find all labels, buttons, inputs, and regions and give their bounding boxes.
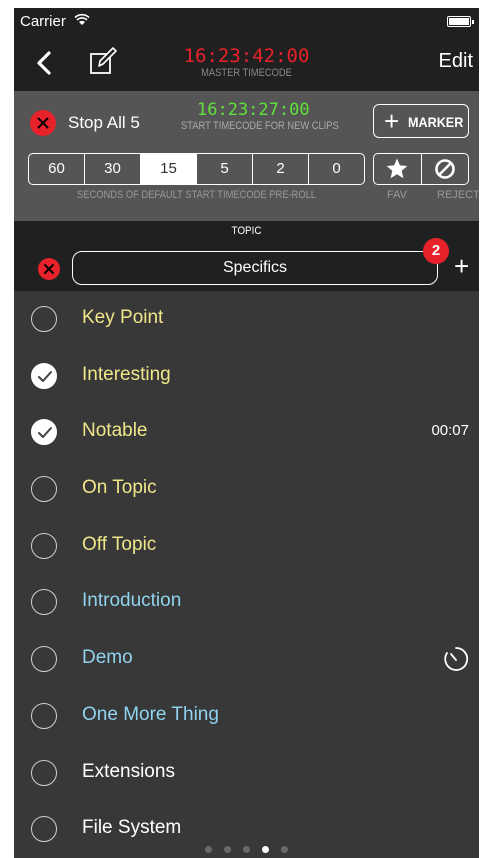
page-dot[interactable]	[205, 846, 212, 853]
list-item-label: File System	[82, 817, 182, 839]
unchecked-circle-icon[interactable]	[31, 759, 57, 786]
list-item-label: Notable	[82, 420, 148, 442]
topic-selector[interactable]: Specifics	[72, 251, 438, 285]
reject-button[interactable]	[422, 154, 469, 184]
checkmark-icon	[38, 427, 52, 439]
prohibited-icon	[434, 159, 455, 179]
list-item-label: One More Thing	[82, 703, 219, 725]
marker-button-label: MARKER	[408, 114, 464, 130]
status-bar: Carrier	[14, 8, 479, 36]
star-icon	[386, 158, 408, 179]
page-indicator[interactable]	[14, 846, 479, 853]
list-item-label: On Topic	[82, 477, 157, 499]
close-x-icon	[44, 264, 54, 274]
clear-topic-button[interactable]	[38, 258, 60, 280]
nav-bar: 16:23:42:00 MASTER TIMECODE Edit	[14, 36, 479, 91]
close-x-icon	[37, 117, 49, 129]
page-dot[interactable]	[281, 846, 288, 853]
start-timecode-label: START TIMECODE FOR NEW CLIPS	[181, 120, 339, 132]
unchecked-circle-icon[interactable]	[31, 589, 57, 616]
list-item[interactable]: Extensions	[14, 745, 479, 802]
checked-circle-icon[interactable]	[31, 362, 57, 389]
list-item[interactable]: Interesting	[14, 348, 479, 405]
edit-button[interactable]: Edit	[439, 50, 473, 73]
topic-heading: TOPIC	[231, 225, 262, 237]
preroll-option[interactable]: 0	[309, 154, 364, 184]
list-item[interactable]: Demo	[14, 631, 479, 688]
battery-icon	[447, 16, 474, 27]
preroll-option[interactable]: 5	[197, 154, 253, 184]
master-timecode: 16:23:42:00	[183, 45, 310, 67]
checked-circle-icon[interactable]	[31, 419, 57, 446]
add-topic-button[interactable]: +	[454, 253, 469, 279]
add-marker-button[interactable]: + MARKER	[373, 104, 469, 138]
unchecked-circle-icon[interactable]	[31, 702, 57, 729]
list-item[interactable]: Notable 00:07	[14, 404, 479, 461]
preroll-option[interactable]: 60	[29, 154, 85, 184]
unchecked-circle-icon[interactable]	[31, 306, 57, 332]
list-item-label: Demo	[82, 647, 133, 669]
list-item-label: Off Topic	[82, 533, 157, 555]
app-screen: Carrier 16:23:42:00 MASTER TIMECODE Edit…	[14, 8, 479, 858]
stop-all-icon[interactable]	[30, 110, 56, 136]
fav-label: FAV	[387, 189, 407, 201]
page-dot[interactable]	[262, 846, 269, 853]
marker-list: Key Point Interesting Notable 00:07 On Topic…	[14, 291, 479, 858]
list-item[interactable]: Introduction	[14, 574, 479, 631]
page-dot[interactable]	[224, 846, 231, 853]
carrier-label: Carrier	[20, 13, 66, 30]
preroll-label: SECONDS OF DEFAULT START TIMECODE PRE-RO…	[76, 189, 316, 201]
plus-icon: +	[384, 106, 400, 136]
preroll-option[interactable]: 2	[253, 154, 309, 184]
preroll-option[interactable]: 15	[141, 154, 197, 184]
unchecked-circle-icon[interactable]	[31, 476, 57, 503]
fav-button[interactable]	[374, 154, 422, 184]
list-item-label: Interesting	[82, 363, 171, 385]
timer-icon[interactable]	[442, 645, 470, 673]
topic-count-badge: 2	[423, 238, 449, 264]
unchecked-circle-icon[interactable]	[31, 532, 57, 559]
preroll-option[interactable]: 30	[85, 154, 141, 184]
list-item[interactable]: Off Topic	[14, 518, 479, 575]
stop-all-button[interactable]: Stop All 5	[68, 113, 140, 133]
list-item[interactable]: One More Thing	[14, 688, 479, 745]
list-item[interactable]: Key Point	[14, 291, 479, 348]
list-item-label: Key Point	[82, 307, 164, 328]
list-item-duration: 00:07	[431, 422, 469, 440]
checkmark-icon	[38, 370, 52, 382]
master-timecode-label: MASTER TIMECODE	[201, 67, 292, 79]
page-dot[interactable]	[243, 846, 250, 853]
fav-reject-control	[373, 153, 469, 185]
list-item-label: Introduction	[82, 590, 182, 612]
start-timecode: 16:23:27:00	[197, 100, 310, 120]
preroll-segmented-control: 60 30 15 5 2 0	[28, 153, 365, 185]
list-item-label: Extensions	[82, 760, 175, 782]
topic-bar: TOPIC Specifics 2 +	[14, 221, 479, 291]
control-panel: Stop All 5 16:23:27:00 START TIMECODE FO…	[14, 91, 479, 221]
unchecked-circle-icon[interactable]	[31, 646, 57, 673]
wifi-icon	[74, 13, 90, 25]
reject-label: REJECT	[437, 189, 479, 201]
unchecked-circle-icon[interactable]	[31, 816, 57, 843]
list-item[interactable]: On Topic	[14, 461, 479, 518]
